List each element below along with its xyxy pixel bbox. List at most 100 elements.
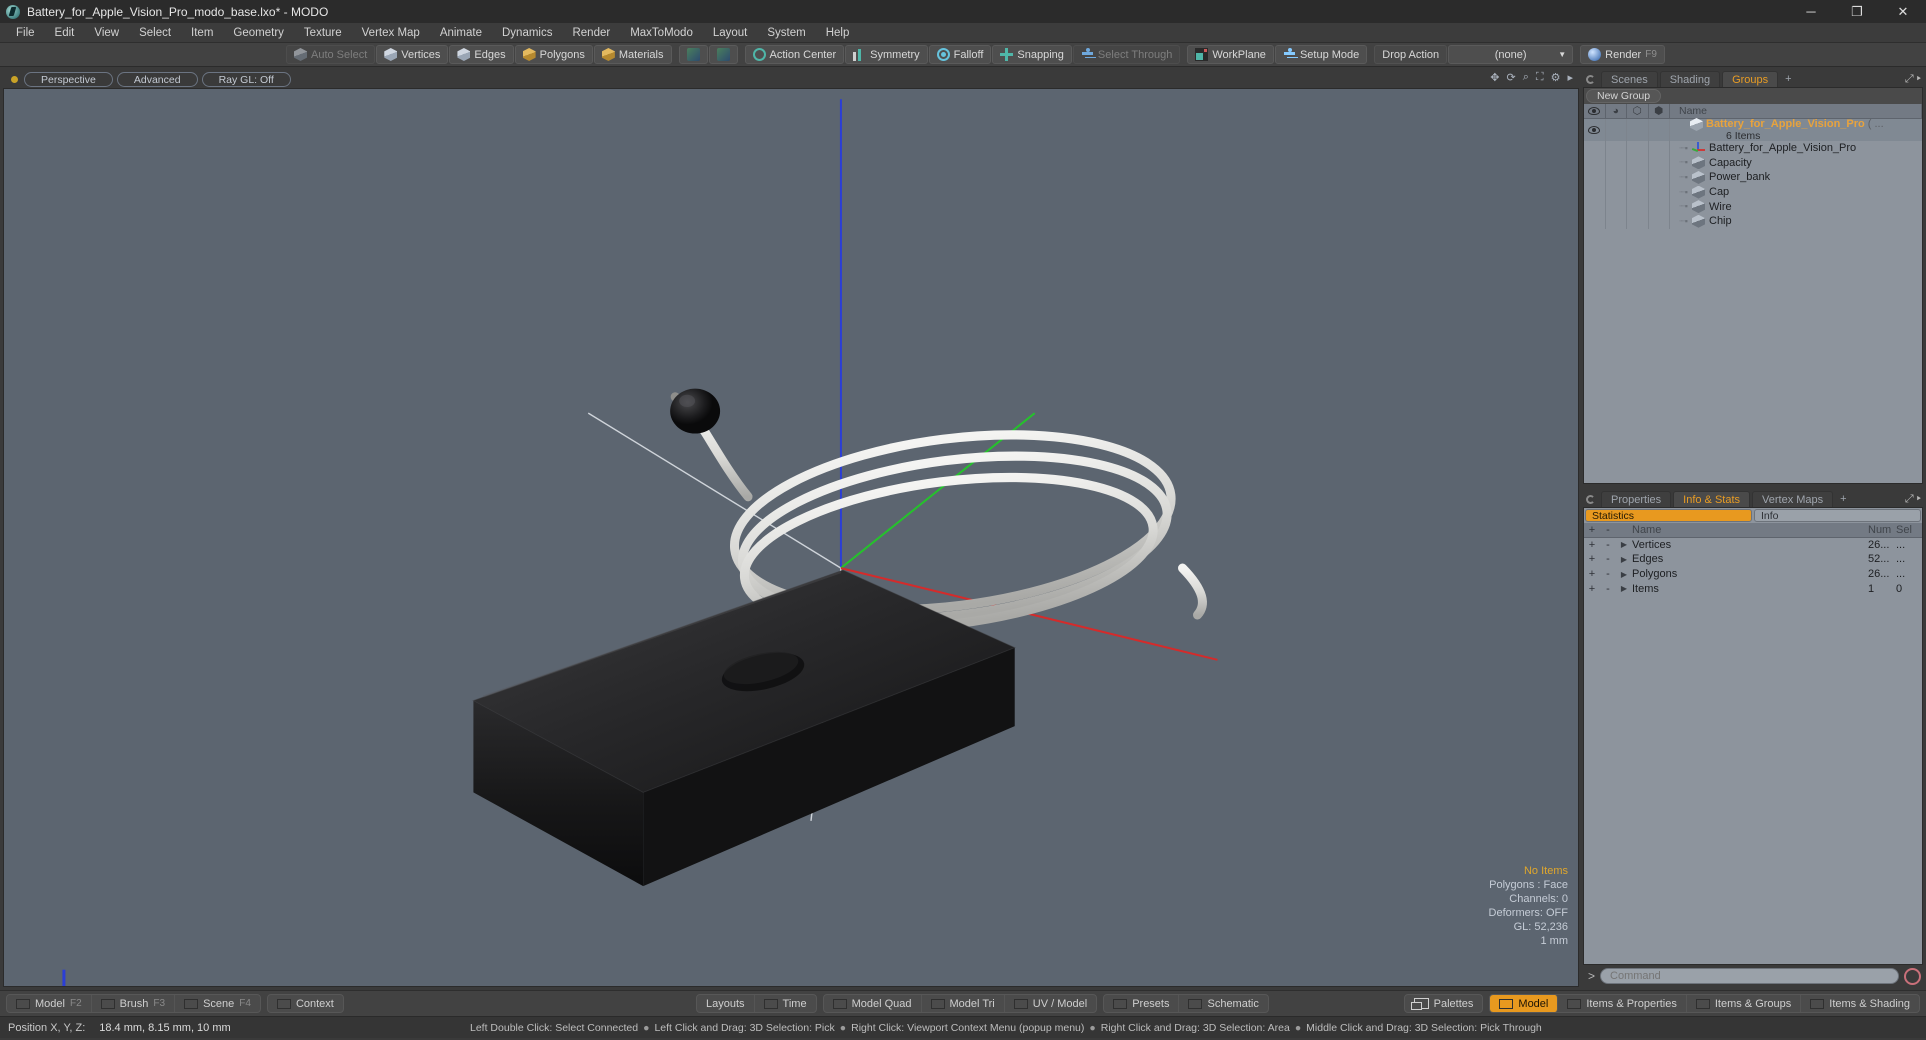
stats-remove-button[interactable]: -: [1600, 583, 1616, 595]
stats-row-polygons[interactable]: + - ▶ Polygons 26......: [1584, 567, 1922, 582]
command-input[interactable]: [1600, 968, 1899, 984]
stats-add-button[interactable]: +: [1584, 583, 1600, 595]
maximize-button[interactable]: ❐: [1834, 0, 1880, 23]
chevron-right-icon[interactable]: ▶: [1616, 584, 1632, 593]
drop-action-dropdown[interactable]: (none) ▼: [1448, 45, 1574, 64]
menu-view[interactable]: View: [84, 23, 129, 43]
menu-help[interactable]: Help: [816, 23, 860, 43]
new-group-button[interactable]: New Group: [1586, 89, 1662, 103]
bottom-button-items-properties[interactable]: Items & Properties: [1558, 995, 1687, 1012]
menu-dynamics[interactable]: Dynamics: [492, 23, 562, 43]
gear-icon[interactable]: ⚙: [1551, 71, 1561, 84]
bottom-button-model[interactable]: Model: [1490, 995, 1559, 1012]
stats-table-body[interactable]: + - ▶ Vertices 26...... + - ▶ Edges 52...... + - ▶ Po…: [1584, 538, 1922, 596]
tree-row-capacity[interactable]: ┈▪ Capacity: [1584, 155, 1922, 171]
tree-row-power-bank[interactable]: ┈▪ Power_bank: [1584, 170, 1922, 185]
bottom-button-model-quad[interactable]: Model Quad: [824, 995, 922, 1012]
zoom-icon[interactable]: ⌕: [1523, 71, 1529, 84]
tree-row-wire[interactable]: ┈▪ Wire: [1584, 199, 1922, 214]
visibility-icon[interactable]: [1584, 104, 1606, 118]
menu-file[interactable]: File: [6, 23, 45, 43]
segment-info[interactable]: Info: [1754, 509, 1921, 522]
viewport-projection-button[interactable]: Perspective: [24, 71, 113, 87]
record-circle-icon[interactable]: [1904, 967, 1921, 985]
stats-row-items[interactable]: + - ▶ Items 1 0: [1584, 581, 1922, 596]
tree-row-battery-for-apple-vision-pro[interactable]: ┈▪ Battery_for_Apple_Vision_Pro: [1584, 141, 1922, 156]
segment-statistics[interactable]: Statistics: [1585, 509, 1752, 522]
group-tree-body[interactable]: Battery_for_Apple_Vision_Pro( ... 6 Items…: [1584, 118, 1922, 229]
toolbar-symmetry[interactable]: Symmetry: [845, 45, 928, 64]
tab-groups[interactable]: Groups: [1722, 71, 1779, 87]
stats-add-button[interactable]: +: [1584, 553, 1600, 565]
tab-info-and-stats[interactable]: Info & Stats: [1673, 491, 1751, 507]
toolbar-snapping[interactable]: Snapping: [992, 45, 1072, 64]
chevron-right-icon[interactable]: ▶: [1616, 555, 1632, 564]
maximize-icon[interactable]: ▸: [1567, 71, 1573, 84]
toolbar-select-mode-1-icon[interactable]: [678, 45, 708, 64]
minimize-button[interactable]: ─: [1788, 0, 1834, 23]
fit-icon[interactable]: ⛶: [1536, 71, 1544, 84]
bottom-button-schematic[interactable]: Schematic: [1179, 995, 1267, 1012]
lock-icon[interactable]: ⬡: [1627, 104, 1649, 118]
toolbar-select-mode-2-icon[interactable]: [708, 45, 738, 64]
stats-remove-button[interactable]: -: [1600, 568, 1616, 580]
tree-row-chip[interactable]: ┈▪ Chip: [1584, 213, 1922, 229]
viewport-3d[interactable]: No Items Polygons : Face Channels: 0 Def…: [3, 88, 1579, 987]
stats-add-button[interactable]: +: [1584, 568, 1600, 580]
tree-row-cap[interactable]: ┈▪ Cap: [1584, 184, 1922, 200]
bottom-button-uv-model[interactable]: UV / Model: [1005, 995, 1096, 1012]
stats-row-vertices[interactable]: + - ▶ Vertices 26......: [1584, 538, 1922, 553]
stats-row-edges[interactable]: + - ▶ Edges 52......: [1584, 552, 1922, 567]
tab-vertex-maps[interactable]: Vertex Maps: [1752, 491, 1834, 507]
add-tab-button-2[interactable]: +: [1835, 491, 1851, 507]
panel-pin-icon-2[interactable]: [1586, 495, 1595, 504]
bottom-button-brush[interactable]: Brush F3: [92, 995, 176, 1012]
menu-edit[interactable]: Edit: [45, 23, 85, 43]
stats-remove-button[interactable]: -: [1600, 539, 1616, 551]
shade-icon[interactable]: ⬢: [1649, 104, 1670, 118]
viewport-shading-button[interactable]: Advanced: [116, 71, 198, 87]
close-button[interactable]: ✕: [1880, 0, 1926, 23]
toolbar-vertices[interactable]: Vertices: [376, 45, 449, 64]
bottom-button-scene[interactable]: Scene F4: [175, 995, 260, 1012]
menu-item[interactable]: Item: [181, 23, 223, 43]
toolbar-setup-mode[interactable]: Setup Mode: [1274, 45, 1368, 64]
tab-properties[interactable]: Properties: [1601, 491, 1672, 507]
menu-texture[interactable]: Texture: [294, 23, 352, 43]
render-icon[interactable]: ◕: [1606, 104, 1627, 118]
toolbar-workplane[interactable]: WorkPlane: [1187, 45, 1274, 64]
bottom-button-items-shading[interactable]: Items & Shading: [1801, 995, 1919, 1012]
toolbar-falloff[interactable]: Falloff: [928, 45, 992, 64]
bottom-button-items-groups[interactable]: Items & Groups: [1687, 995, 1802, 1012]
rotate-icon[interactable]: ⟳: [1507, 71, 1516, 84]
tab-scenes[interactable]: Scenes: [1601, 71, 1658, 87]
bottom-button-time[interactable]: Time: [755, 995, 816, 1012]
stats-remove-button[interactable]: -: [1600, 553, 1616, 565]
menu-maxtomodo[interactable]: MaxToModo: [620, 23, 703, 43]
render-button[interactable]: Render F9: [1580, 45, 1665, 64]
panel-pin-icon[interactable]: [1586, 75, 1595, 84]
toolbar-polygons[interactable]: Polygons: [514, 45, 593, 64]
chevron-right-icon[interactable]: ▶: [1616, 570, 1632, 579]
stats-add-button[interactable]: +: [1584, 539, 1600, 551]
bottom-button-palettes[interactable]: Palettes: [1405, 995, 1483, 1012]
toolbar-select-through[interactable]: Select Through: [1072, 45, 1181, 64]
expand-panel-icon[interactable]: ⤢ ▸: [1905, 73, 1921, 86]
menu-geometry[interactable]: Geometry: [223, 23, 294, 43]
bottom-button-layouts[interactable]: Layouts: [697, 995, 755, 1012]
menu-system[interactable]: System: [757, 23, 815, 43]
tree-row-group-root[interactable]: Battery_for_Apple_Vision_Pro( ... 6 Items: [1584, 118, 1922, 142]
expand-panel-icon-2[interactable]: ⤢ ▸: [1905, 493, 1921, 506]
bottom-button-context[interactable]: Context: [268, 995, 343, 1012]
menu-render[interactable]: Render: [562, 23, 620, 43]
chevron-right-icon[interactable]: ▶: [1616, 540, 1632, 549]
add-tab-button[interactable]: +: [1780, 71, 1796, 87]
menu-select[interactable]: Select: [129, 23, 181, 43]
viewport-raygl-button[interactable]: Ray GL: Off: [201, 71, 291, 87]
menu-layout[interactable]: Layout: [703, 23, 758, 43]
viewport-state-dot[interactable]: [11, 75, 18, 83]
bottom-button-model-tri[interactable]: Model Tri: [922, 995, 1005, 1012]
toolbar-edges[interactable]: Edges: [449, 45, 514, 64]
menu-animate[interactable]: Animate: [430, 23, 492, 43]
bottom-button-presets[interactable]: Presets: [1104, 995, 1180, 1012]
